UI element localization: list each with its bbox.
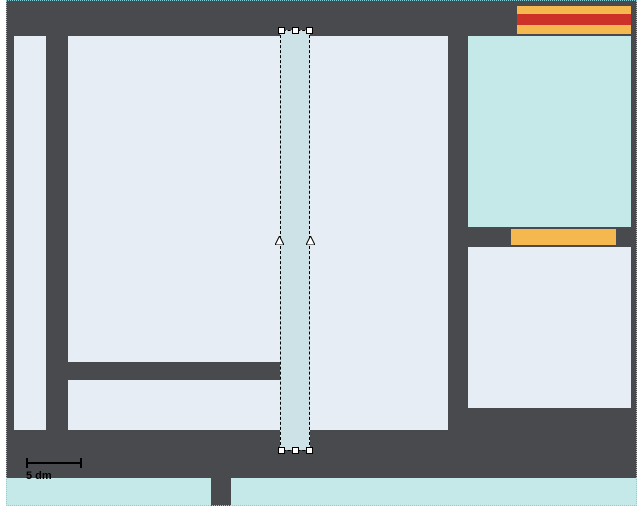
wall-bottom[interactable]	[6, 430, 637, 478]
scale-tick-right	[80, 458, 82, 468]
selection-handle-br[interactable]	[306, 447, 313, 454]
room-right-upper	[468, 36, 631, 227]
room-bottom-strip-l	[6, 478, 211, 506]
wall-right-bottom[interactable]	[468, 408, 637, 430]
scale-bar: 5 dm	[26, 458, 82, 482]
editor-canvas[interactable]: 5 dm	[0, 0, 637, 512]
selection-handle-bc[interactable]	[292, 447, 299, 454]
room-strip-a	[14, 36, 46, 431]
door-mid-orange[interactable]	[511, 229, 616, 245]
wall-right-vert[interactable]	[448, 36, 468, 431]
wall-bottom-notch[interactable]	[211, 478, 231, 506]
floorplan-viewport[interactable]: 5 dm	[6, 0, 637, 506]
selection-handle-tr[interactable]	[306, 27, 313, 34]
room-right-lower	[468, 247, 631, 408]
selection-grip-right-icon[interactable]	[306, 236, 315, 245]
wall-mid-rib[interactable]	[68, 362, 288, 380]
wall-left-inner[interactable]	[46, 36, 68, 431]
selection-grip-left-icon[interactable]	[275, 236, 284, 245]
scale-bar-line	[28, 462, 80, 464]
wall-left-outer[interactable]	[6, 36, 14, 431]
scale-label: 5 dm	[26, 470, 82, 482]
door-top-red-stripe	[517, 14, 631, 25]
selection-handle-bl[interactable]	[278, 447, 285, 454]
wall-right-edge[interactable]	[631, 36, 637, 431]
room-bottom-strip-r	[231, 478, 637, 506]
selection-handle-tl[interactable]	[278, 27, 285, 34]
selection-handle-tc[interactable]	[292, 27, 299, 34]
